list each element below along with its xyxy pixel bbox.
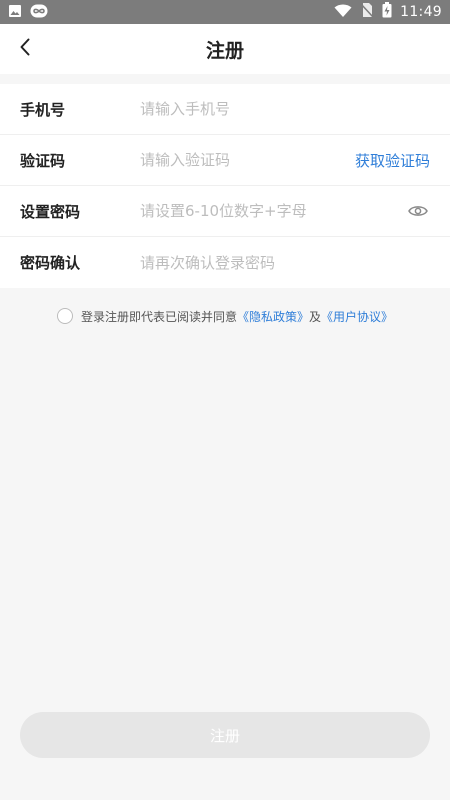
user-agreement-link[interactable]: 《用户协议》 — [321, 308, 393, 325]
status-bar: 11:49 — [0, 0, 450, 24]
password-label: 设置密码 — [20, 202, 81, 221]
status-left-icons — [8, 3, 48, 22]
agreement-checkbox[interactable] — [56, 308, 73, 324]
page-title: 注册 — [205, 39, 244, 62]
confirm-password-input[interactable] — [140, 253, 430, 272]
password-input[interactable] — [140, 202, 406, 220]
no-sim-icon — [360, 2, 374, 22]
back-button[interactable] — [8, 32, 42, 66]
register-button[interactable]: 注册 — [20, 712, 430, 758]
phone-row: 手机号 — [0, 84, 450, 135]
phone-input[interactable] — [140, 100, 430, 118]
infinity-icon — [30, 3, 48, 22]
clock: 11:49 — [400, 4, 442, 20]
code-input[interactable] — [140, 151, 355, 169]
code-label: 验证码 — [20, 151, 66, 170]
wifi-icon — [334, 3, 352, 22]
phone-label: 手机号 — [20, 100, 66, 119]
code-row: 验证码 获取验证码 — [0, 135, 450, 186]
agreement-text: 登录注册即代表已阅读并同意 — [80, 309, 237, 324]
confirm-row: 密码确认 — [0, 237, 450, 288]
privacy-policy-link[interactable]: 《隐私政策》 — [237, 308, 309, 325]
status-right-icons: 11:49 — [334, 2, 442, 22]
chevron-left-icon — [18, 37, 32, 61]
eye-icon[interactable] — [406, 199, 430, 223]
battery-icon — [382, 2, 392, 22]
agreement: 登录注册即代表已阅读并同意 《隐私政策》 及 《用户协议》 — [0, 304, 450, 328]
image-icon — [8, 3, 22, 22]
app-bar: 注册 — [0, 24, 450, 74]
confirm-label: 密码确认 — [20, 254, 81, 272]
password-row: 设置密码 — [0, 186, 450, 237]
agreement-joiner: 及 — [309, 309, 322, 324]
register-form: 手机号 验证码 获取验证码 设置密码 密码确认 — [0, 84, 450, 288]
get-code-button[interactable]: 获取验证码 — [355, 150, 430, 171]
